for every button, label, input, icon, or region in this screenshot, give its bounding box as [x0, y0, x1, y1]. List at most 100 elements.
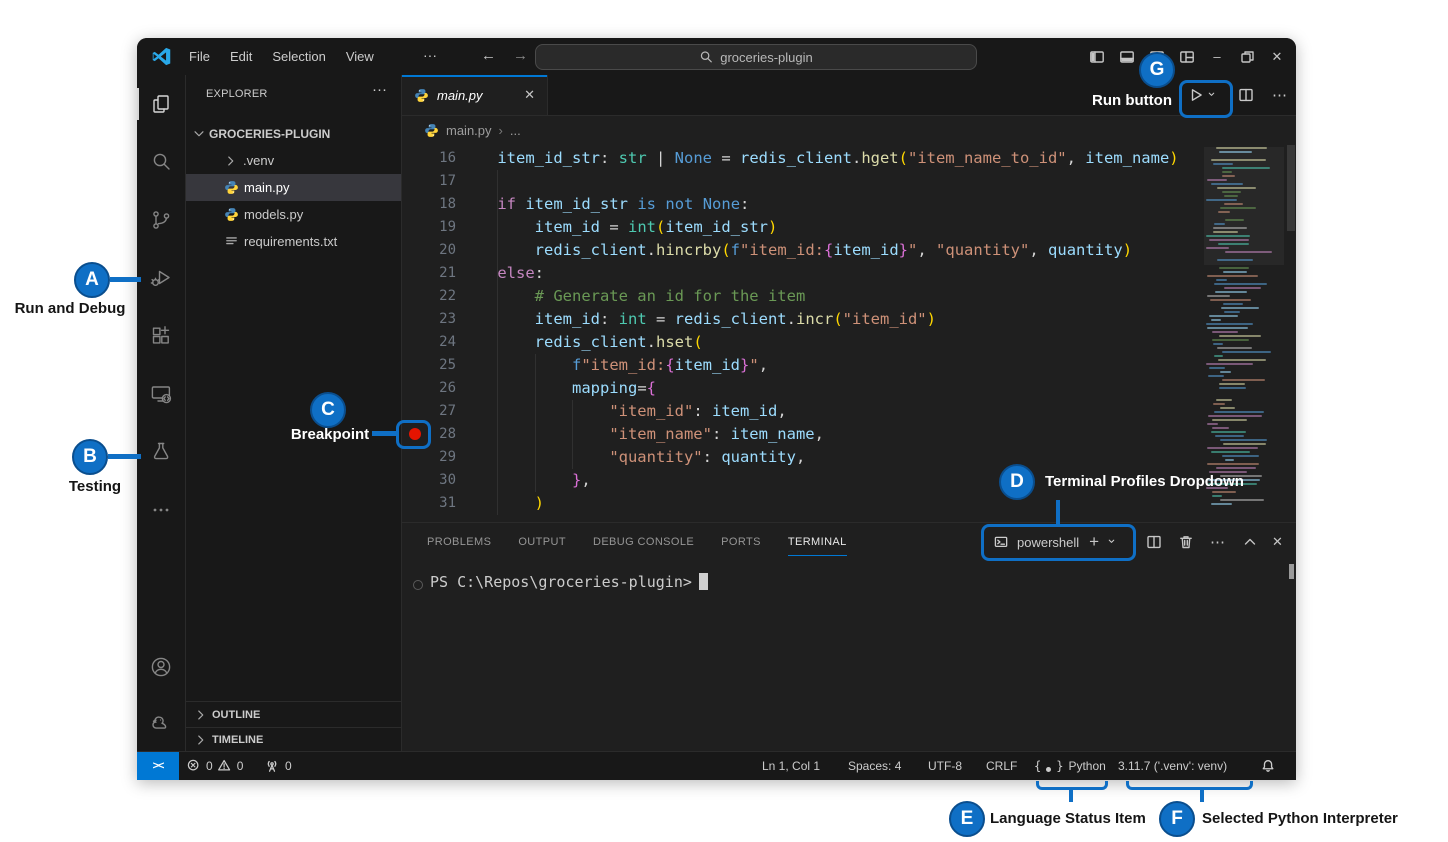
code-line[interactable]: 20 redis_client.hincrby(f"item_id:{item_… [402, 239, 1296, 262]
encoding-status[interactable]: UTF-8 [928, 752, 962, 780]
code-editor[interactable]: 16 item_id_str: str | None = redis_clien… [402, 145, 1296, 524]
file--venv[interactable]: .venv [186, 147, 401, 174]
cursor-position-status[interactable]: Ln 1, Col 1 [762, 752, 820, 780]
code-line[interactable]: 25 f"item_id:{item_id}", [402, 354, 1296, 377]
editor-gutter[interactable]: 19 [402, 216, 460, 239]
split-terminal-icon[interactable] [1146, 523, 1162, 561]
activity-accounts[interactable] [137, 638, 185, 695]
notifications-bell[interactable] [1261, 752, 1276, 780]
forwarded-ports-status[interactable]: 0 [265, 752, 292, 780]
language-status-item[interactable]: {} Python [1034, 752, 1106, 780]
minimap-line [1213, 231, 1238, 233]
code-line[interactable]: 28 "item_name": item_name, [402, 423, 1296, 446]
editor-gutter[interactable]: 25 [402, 354, 460, 377]
menu-selection[interactable]: Selection [262, 38, 335, 75]
minimap-line [1209, 239, 1249, 241]
code-line[interactable]: 17 [402, 170, 1296, 193]
editor-gutter[interactable]: 20 [402, 239, 460, 262]
outline-section[interactable]: OUTLINE [186, 701, 401, 728]
restore-button[interactable] [1232, 38, 1262, 75]
close-panel-icon[interactable]: ✕ [1272, 523, 1283, 561]
interpreter-text: 3.11.7 ('.venv': venv) [1118, 759, 1227, 773]
activity-testing[interactable] [137, 423, 185, 481]
panel-tab-ports[interactable]: PORTS [721, 523, 761, 561]
navigate-forward-icon[interactable]: → [513, 38, 528, 74]
editor-scrollbar[interactable] [1287, 145, 1295, 231]
panel-tab-output[interactable]: OUTPUT [518, 523, 566, 561]
problems-status[interactable]: 0 0 [187, 752, 243, 780]
editor-gutter[interactable]: 29 [402, 446, 460, 469]
editor-gutter[interactable]: 18 [402, 193, 460, 216]
editor-gutter[interactable]: 26 [402, 377, 460, 400]
eol-status[interactable]: CRLF [986, 752, 1017, 780]
code-line[interactable]: 29 "quantity": quantity, [402, 446, 1296, 469]
editor-gutter[interactable]: 16 [402, 147, 460, 170]
file-requirements-txt[interactable]: requirements.txt [186, 228, 401, 255]
code-line[interactable]: 24 redis_client.hset( [402, 331, 1296, 354]
remote-indicator[interactable]: >< [137, 752, 179, 780]
activity-remote-explorer[interactable] [137, 365, 185, 423]
timeline-section[interactable]: TIMELINE [186, 727, 401, 752]
editor-gutter[interactable]: 31 [402, 492, 460, 515]
menu-file[interactable]: File [179, 38, 220, 75]
activity-run-and-debug[interactable] [137, 249, 185, 307]
menu-more-icon[interactable]: ··· [415, 38, 445, 73]
minimap-line [1219, 383, 1245, 385]
menu-view[interactable]: View [336, 38, 384, 75]
code-line[interactable]: 22 # Generate an id for the item [402, 285, 1296, 308]
code-line[interactable]: 16 item_id_str: str | None = redis_clien… [402, 147, 1296, 170]
activity-source-control[interactable] [137, 191, 185, 249]
breadcrumb-file[interactable]: main.py [446, 123, 492, 138]
tab-close-icon[interactable]: ✕ [524, 87, 535, 103]
activity-extensions[interactable] [137, 307, 185, 365]
split-editor-icon[interactable] [1229, 87, 1263, 103]
code-line[interactable]: 19 item_id = int(item_id_str) [402, 216, 1296, 239]
editor-gutter[interactable]: 24 [402, 331, 460, 354]
folder-root[interactable]: GROCERIES-PLUGIN [186, 120, 401, 147]
code-line[interactable]: 23 item_id: int = redis_client.incr("ite… [402, 308, 1296, 331]
editor-gutter[interactable]: 30 [402, 469, 460, 492]
editor-gutter[interactable]: 17 [402, 170, 460, 193]
panel-tab-problems[interactable]: PROBLEMS [427, 523, 491, 561]
code-line[interactable]: 18 if item_id_str is not None: [402, 193, 1296, 216]
minimap[interactable] [1204, 147, 1284, 517]
customize-layout-icon[interactable] [1172, 38, 1202, 75]
activity-explorer[interactable] [137, 75, 185, 133]
radio-tower-icon [265, 759, 280, 774]
kill-terminal-icon[interactable] [1178, 523, 1194, 561]
python-interpreter-status[interactable]: 3.11.7 ('.venv': venv) [1118, 752, 1227, 780]
tab-main-py[interactable]: main.py ✕ [402, 75, 548, 115]
editor-gutter[interactable]: 21 [402, 262, 460, 285]
editor-more-actions-icon[interactable]: ⋯ [1263, 86, 1296, 104]
menu-edit[interactable]: Edit [220, 38, 262, 75]
code-line[interactable]: 31 ) [402, 492, 1296, 515]
maximize-panel-icon[interactable] [1242, 523, 1258, 561]
minimize-button[interactable]: – [1202, 38, 1232, 75]
explorer-actions-icon[interactable]: ··· [372, 81, 387, 98]
file-main-py[interactable]: main.py [186, 174, 401, 201]
activity-search[interactable] [137, 133, 185, 191]
breadcrumbs[interactable]: main.py › ... [402, 115, 1296, 145]
terminal-cursor [699, 573, 708, 590]
code-line[interactable]: 27 "item_id": item_id, [402, 400, 1296, 423]
panel-tab-terminal[interactable]: TERMINAL [788, 523, 847, 561]
breadcrumb-symbol[interactable]: ... [510, 123, 521, 138]
toggle-sidebar-icon[interactable] [1082, 38, 1112, 75]
file-models-py[interactable]: models.py [186, 201, 401, 228]
terminal-command-decoration[interactable] [413, 580, 423, 590]
panel-more-actions-icon[interactable]: ⋯ [1210, 523, 1225, 561]
command-center-search[interactable]: groceries-plugin [535, 44, 977, 70]
indentation-status[interactable]: Spaces: 4 [848, 752, 901, 780]
code-line[interactable]: 21 else: [402, 262, 1296, 285]
panel-tab-debug-console[interactable]: DEBUG CONSOLE [593, 523, 694, 561]
panel-scrollbar[interactable] [1289, 564, 1294, 579]
activity-rubber-duck[interactable] [137, 695, 185, 752]
editor-gutter[interactable]: 22 [402, 285, 460, 308]
navigate-back-icon[interactable]: ← [481, 38, 496, 74]
editor-gutter[interactable]: 23 [402, 308, 460, 331]
terminal-prompt[interactable]: PS C:\Repos\groceries-plugin> [430, 573, 708, 591]
code-line[interactable]: 26 mapping={ [402, 377, 1296, 400]
minimap-line [1207, 275, 1258, 277]
close-button[interactable]: ✕ [1262, 38, 1292, 75]
toggle-panel-icon[interactable] [1112, 38, 1142, 75]
